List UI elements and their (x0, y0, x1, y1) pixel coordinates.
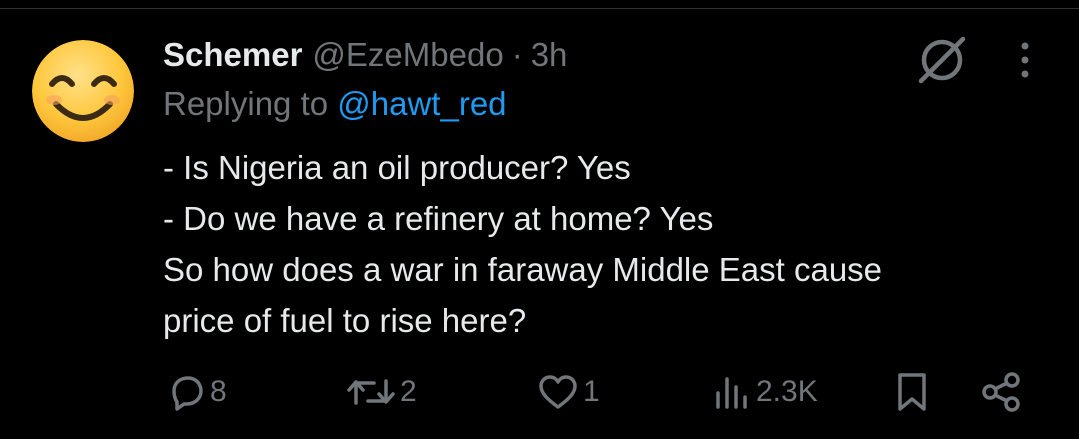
tweet-text-line: - Is Nigeria an oil producer? Yes (163, 149, 631, 186)
heart-icon (539, 375, 577, 409)
user-handle[interactable]: @EzeMbedo (312, 36, 503, 74)
views-icon (716, 377, 747, 409)
like-count: 1 (583, 375, 600, 408)
timestamp[interactable]: 3h (531, 36, 568, 74)
tweet-text-line: price of fuel to rise here? (163, 302, 527, 339)
replying-to-label: Replying to (163, 85, 338, 122)
action-bar: 8 2 1 2.3K (0, 364, 1079, 420)
separator-dot: · (511, 36, 523, 73)
smiling-face-emoji-icon (32, 40, 134, 142)
reply-count: 8 (210, 375, 227, 408)
grok-icon[interactable] (915, 33, 969, 87)
reply-mention-link[interactable]: @hawt_red (337, 85, 506, 122)
repost-button[interactable]: 2 (346, 364, 417, 420)
display-name[interactable]: Schemer (163, 36, 302, 74)
bookmark-button[interactable] (893, 364, 931, 420)
share-icon (982, 372, 1020, 412)
replying-to: Replying to @hawt_red (163, 85, 507, 123)
bookmark-icon (898, 373, 926, 411)
top-divider (0, 8, 1079, 9)
avatar[interactable] (32, 40, 134, 142)
tweet-text-line: So how does a war in faraway Middle East… (163, 251, 883, 288)
views-button[interactable]: 2.3K (712, 364, 818, 420)
like-button[interactable]: 1 (537, 364, 600, 420)
tweet-text-line: - Do we have a refinery at home? Yes (163, 200, 714, 237)
reply-button[interactable]: 8 (168, 364, 227, 420)
reply-icon (172, 376, 203, 411)
tweet-text: - Is Nigeria an oil producer? Yes - Do w… (163, 142, 1043, 346)
share-button[interactable] (980, 364, 1024, 420)
repost-icon (347, 379, 395, 405)
views-count: 2.3K (756, 375, 818, 408)
tweet-header: Schemer @EzeMbedo · 3h (163, 30, 567, 80)
repost-count: 2 (400, 375, 417, 408)
more-vertical-icon[interactable] (1009, 36, 1041, 84)
